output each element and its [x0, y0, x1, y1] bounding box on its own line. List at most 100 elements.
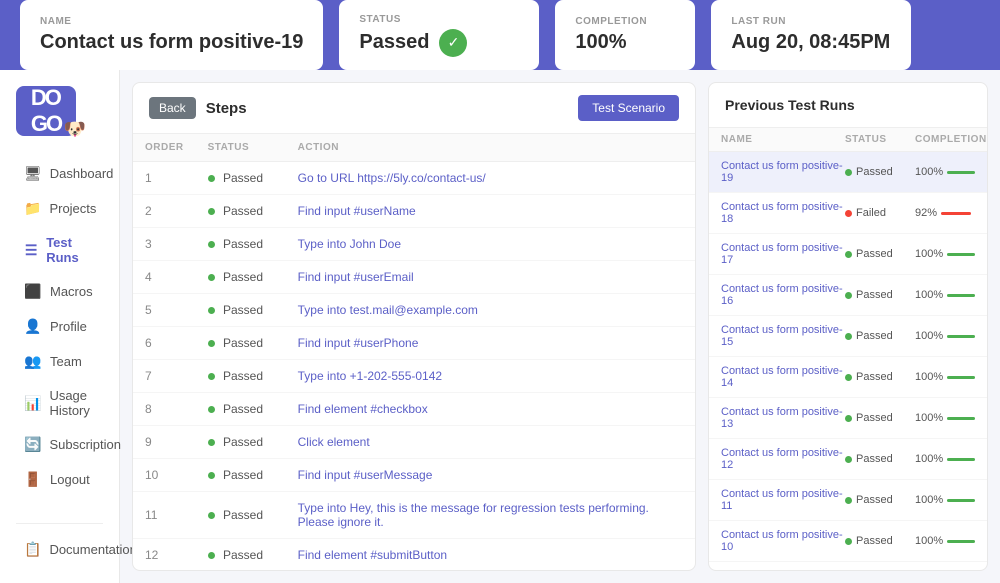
- sidebar-item-documentation[interactable]: 📋 Documentation: [8, 533, 111, 566]
- row-action[interactable]: Type into John Doe: [286, 228, 695, 261]
- action-link[interactable]: Find element #submitButton: [298, 548, 447, 562]
- content-area: Back Steps Test Scenario ORDER STATUS AC…: [120, 70, 1000, 583]
- prev-status-dot: [845, 497, 852, 504]
- status-dot: [208, 208, 215, 215]
- prev-run-completion: 100%: [915, 371, 975, 383]
- prev-completion-text: 100%: [915, 248, 943, 260]
- action-link[interactable]: Type into John Doe: [298, 237, 401, 251]
- prev-run-row[interactable]: Contact us form positive-13 Passed 100%: [709, 398, 987, 439]
- action-link[interactable]: Find input #userPhone: [298, 336, 419, 350]
- status-dot: [208, 552, 215, 559]
- row-order: 11: [133, 492, 196, 539]
- table-row: 10 Passed Find input #userMessage: [133, 459, 695, 492]
- sidebar-item-profile[interactable]: 👤 Profile: [8, 310, 111, 343]
- status-text: Passed: [223, 402, 263, 416]
- prev-run-row[interactable]: Contact us form positive-15 Passed 100%: [709, 316, 987, 357]
- sidebar-item-subscription-label: Subscription: [49, 437, 121, 452]
- completion-bar: [947, 417, 975, 420]
- logo: DOGO 🐶: [0, 86, 119, 156]
- prev-runs-title: Previous Test Runs: [709, 83, 987, 128]
- col-status: STATUS: [196, 134, 286, 162]
- row-action[interactable]: Go to URL https://5ly.co/contact-us/: [286, 162, 695, 195]
- prev-run-row[interactable]: Contact us form positive-18 Failed 92%: [709, 193, 987, 234]
- status-text: Passed: [223, 204, 263, 218]
- top-header: NAME Contact us form positive-19 STATUS …: [0, 0, 1000, 70]
- table-row: 12 Passed Find element #submitButton: [133, 539, 695, 571]
- documentation-icon: 📋: [24, 541, 41, 558]
- row-status: Passed: [196, 492, 286, 539]
- prev-run-completion: 100%: [915, 248, 975, 260]
- prev-status-dot: [845, 333, 852, 340]
- row-action[interactable]: Find input #userMessage: [286, 459, 695, 492]
- completion-bar: [947, 171, 975, 174]
- prev-run-name: Contact us form positive-14: [721, 365, 845, 389]
- prev-run-row[interactable]: Contact us form positive-14 Passed 100%: [709, 357, 987, 398]
- lastrun-label: LAST RUN: [731, 16, 891, 27]
- prev-run-status: Passed: [845, 412, 915, 424]
- prev-run-completion: 100%: [915, 166, 975, 178]
- prev-run-completion: 100%: [915, 494, 975, 506]
- prev-run-row[interactable]: Contact us form positive-16 Passed 100%: [709, 275, 987, 316]
- row-action[interactable]: Find input #userEmail: [286, 261, 695, 294]
- prev-run-completion: 100%: [915, 330, 975, 342]
- status-text: Passed: [223, 270, 263, 284]
- completion-bar: [941, 212, 971, 215]
- sidebar-item-team-label: Team: [50, 354, 82, 369]
- prev-run-row[interactable]: Contact us form positive-9 Passed 100%: [709, 562, 987, 570]
- prev-run-completion: 100%: [915, 453, 975, 465]
- row-status: Passed: [196, 162, 286, 195]
- sidebar-item-test-runs[interactable]: ☰ Test Runs: [8, 227, 111, 273]
- prev-status-text: Passed: [856, 371, 893, 383]
- action-link[interactable]: Find input #userName: [298, 204, 416, 218]
- prev-status-text: Passed: [856, 453, 893, 465]
- prev-run-completion: 100%: [915, 412, 975, 424]
- action-link[interactable]: Find input #userEmail: [298, 270, 414, 284]
- prev-run-status: Passed: [845, 494, 915, 506]
- completion-bar: [947, 294, 975, 297]
- action-link[interactable]: Go to URL https://5ly.co/contact-us/: [298, 171, 486, 185]
- prev-run-row[interactable]: Contact us form positive-19 Passed 100%: [709, 152, 987, 193]
- prev-run-row[interactable]: Contact us form positive-10 Passed 100%: [709, 521, 987, 562]
- prev-status-text: Failed: [856, 207, 886, 219]
- team-icon: 👥: [24, 353, 42, 370]
- prev-run-row[interactable]: Contact us form positive-17 Passed 100%: [709, 234, 987, 275]
- row-status: Passed: [196, 294, 286, 327]
- row-action[interactable]: Type into test.mail@example.com: [286, 294, 695, 327]
- sidebar-item-logout[interactable]: 🚪 Logout: [8, 463, 111, 496]
- row-action[interactable]: Type into +1-202-555-0142: [286, 360, 695, 393]
- test-scenario-button[interactable]: Test Scenario: [578, 95, 679, 121]
- row-action[interactable]: Click element: [286, 426, 695, 459]
- sidebar-item-subscription[interactable]: 🔄 Subscription: [8, 428, 111, 461]
- sidebar-item-dashboard[interactable]: 🖥 Dashboard: [8, 157, 111, 190]
- row-action[interactable]: Find input #userPhone: [286, 327, 695, 360]
- row-action[interactable]: Find element #submitButton: [286, 539, 695, 571]
- action-link[interactable]: Type into Hey, this is the message for r…: [298, 501, 649, 529]
- sidebar-item-team[interactable]: 👥 Team: [8, 345, 111, 378]
- status-dot: [208, 307, 215, 314]
- sidebar-item-projects[interactable]: 📁 Projects: [8, 192, 111, 225]
- status-dot: [208, 439, 215, 446]
- row-action[interactable]: Find input #userName: [286, 195, 695, 228]
- sidebar-item-macros[interactable]: ⬛ Macros: [8, 275, 111, 308]
- prev-run-name: Contact us form positive-19: [721, 160, 845, 184]
- macros-icon: ⬛: [24, 283, 42, 300]
- prev-run-row[interactable]: Contact us form positive-11 Passed 100%: [709, 480, 987, 521]
- action-link[interactable]: Type into +1-202-555-0142: [298, 369, 442, 383]
- table-row: 7 Passed Type into +1-202-555-0142: [133, 360, 695, 393]
- sidebar-item-projects-label: Projects: [49, 201, 96, 216]
- row-order: 8: [133, 393, 196, 426]
- row-action[interactable]: Find element #checkbox: [286, 393, 695, 426]
- prev-run-name: Contact us form positive-15: [721, 324, 845, 348]
- row-action[interactable]: Type into Hey, this is the message for r…: [286, 492, 695, 539]
- table-row: 9 Passed Click element: [133, 426, 695, 459]
- action-link[interactable]: Type into test.mail@example.com: [298, 303, 478, 317]
- prev-run-row[interactable]: Contact us form positive-12 Passed 100%: [709, 439, 987, 480]
- prev-completion-text: 100%: [915, 289, 943, 301]
- action-link[interactable]: Find element #checkbox: [298, 402, 428, 416]
- action-link[interactable]: Find input #userMessage: [298, 468, 433, 482]
- sidebar-item-usage-history[interactable]: 📊 Usage History: [8, 380, 111, 426]
- prev-col-completion: COMPLETION: [915, 134, 975, 145]
- prev-col-name: NAME: [721, 134, 845, 145]
- back-button[interactable]: Back: [149, 97, 196, 119]
- action-link[interactable]: Click element: [298, 435, 370, 449]
